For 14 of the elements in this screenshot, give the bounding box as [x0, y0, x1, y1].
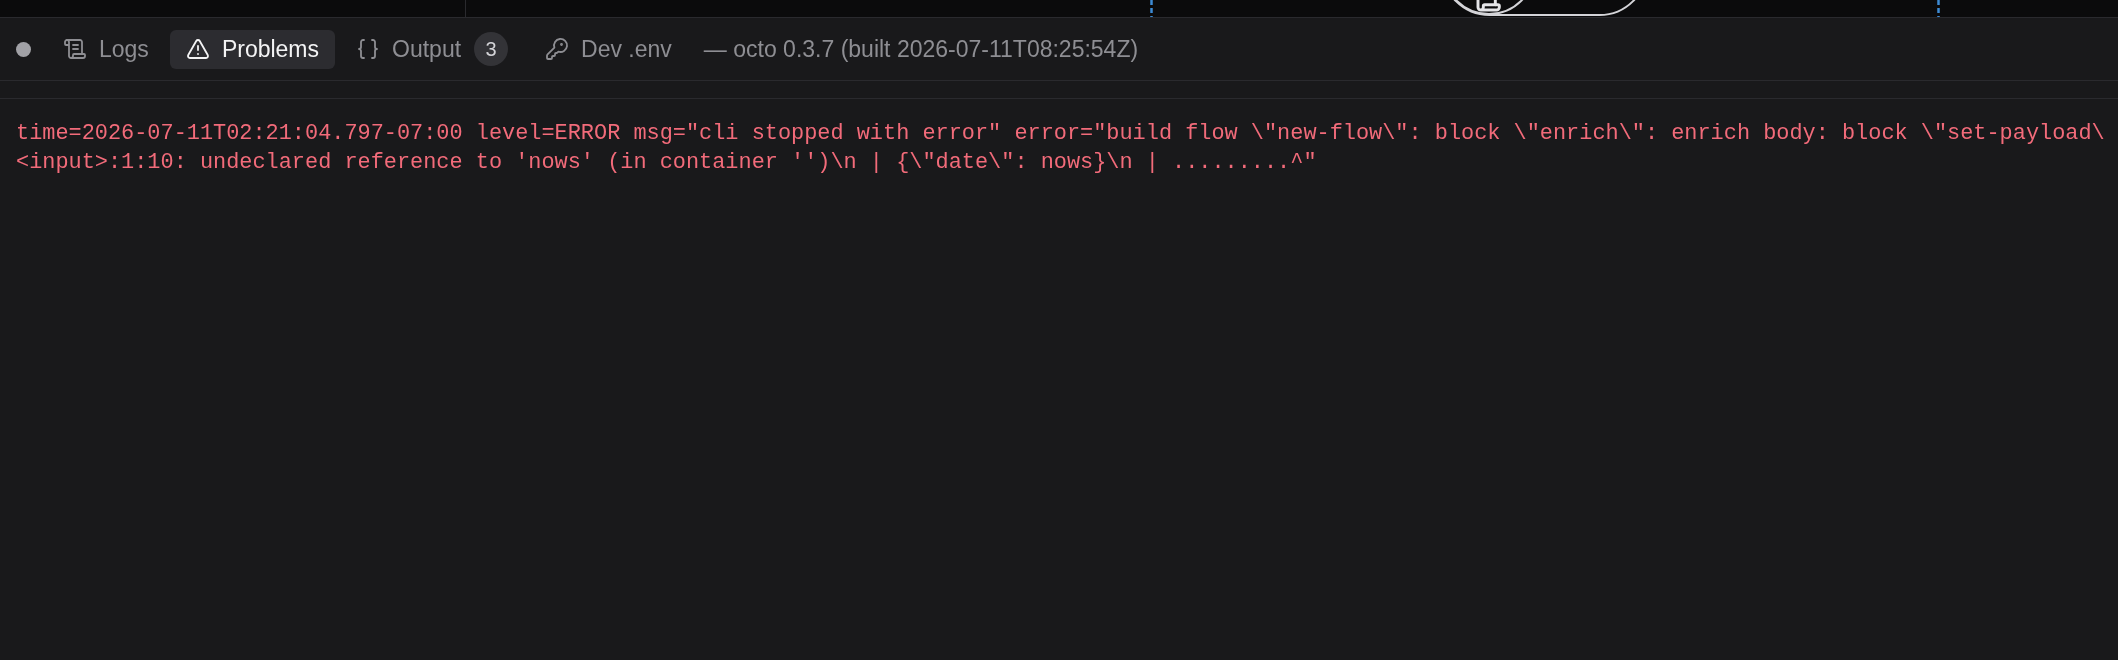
- key-icon: [545, 37, 570, 61]
- dashed-guide-line: [1937, 0, 1940, 17]
- panel-tab[interactable]: Problems: [169, 29, 336, 69]
- count-badge: 3: [474, 32, 509, 66]
- log-line: time=2026-07-11T02:21:04.797-07:00 level=ERROR msg="cli stopped with error" error="build flow \"new-flow\": block \"enrich\": enrich body: block \"set-payload\: [16, 120, 2105, 148]
- panel-tab[interactable]: Logs: [47, 29, 165, 69]
- panel-tab[interactable]: Output 3: [340, 29, 525, 69]
- dashed-guide-line: [1150, 0, 1153, 17]
- panel-tab[interactable]: Dev .env: [529, 29, 688, 69]
- braces-icon: [356, 37, 381, 61]
- log-line: <input>:1:10: undeclared reference to 'nows' (in container '')\n | {\"date\": nows}\n | .........^": [16, 149, 1317, 177]
- scroll-icon: [63, 37, 87, 61]
- build-info: — octo 0.3.7 (built 2026-07-11T08:25:54Z): [703, 34, 1139, 64]
- warning-icon: [185, 37, 210, 61]
